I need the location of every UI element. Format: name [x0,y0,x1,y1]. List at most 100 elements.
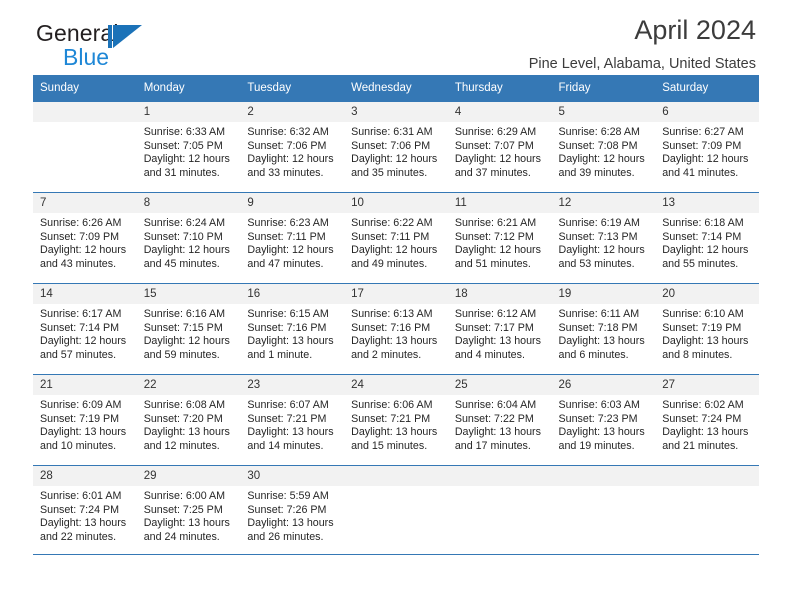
daylight-duration-line1: Daylight: 13 hours [143,426,230,439]
day-cell-inner: 23 Sunrise: 6:07 AM Sunset: 7:21 PM Dayligh… [240,375,345,465]
calendar-day-cell[interactable]: 6 Sunrise: 6:27 AM Sunset: 7:09 PM Daylight… [655,101,759,193]
calendar-day-cell[interactable]: 30 Sunrise: 5:59 AM Sunset: 7:26 PM Dayligh… [240,465,345,555]
day-sun-info: Sunrise: 6:00 AM Sunset: 7:25 PM Daylight:… [137,486,241,544]
calendar-day-cell[interactable]: 9 Sunrise: 6:23 AM Sunset: 7:11 PM Daylight… [240,192,345,284]
sunset-time: Sunset: 7:09 PM [40,230,120,243]
day-number: 16 [240,284,345,304]
day-number: 22 [136,375,241,395]
calendar-day-cell[interactable]: 24 Sunrise: 6:06 AM Sunset: 7:21 PM Dayligh… [344,374,448,466]
calendar-day-cell[interactable]: 16 Sunrise: 6:15 AM Sunset: 7:16 PM Dayligh… [240,283,345,375]
calendar-day-cell[interactable]: 18 Sunrise: 6:12 AM Sunset: 7:17 PM Dayligh… [447,283,552,375]
calendar-day-cell[interactable]: 5 Sunrise: 6:28 AM Sunset: 7:08 PM Daylight… [551,101,656,193]
sunrise-time: Sunrise: 6:13 AM [351,308,433,320]
calendar-page: General Blue April 2024 Pine Level, Alab… [0,0,792,612]
sunrise-time: Sunrise: 6:15 AM [247,308,329,320]
calendar-day-cell[interactable]: 23 Sunrise: 6:07 AM Sunset: 7:21 PM Dayligh… [240,374,345,466]
day-number: 24 [344,375,448,395]
day-number: 18 [447,284,552,304]
sunset-time: Sunset: 7:14 PM [662,230,742,243]
weekday-header-sunday: Sunday [33,75,137,102]
calendar-day-cell[interactable]: 21 Sunrise: 6:09 AM Sunset: 7:19 PM Dayligh… [33,374,137,466]
daylight-duration-line1: Daylight: 13 hours [40,426,127,439]
sunrise-time: Sunrise: 6:16 AM [143,308,226,320]
sunset-time: Sunset: 7:07 PM [454,139,534,152]
logo-word-general: General [36,20,119,46]
sunrise-time: Sunrise: 6:09 AM [40,399,122,411]
calendar-day-cell[interactable]: 10 Sunrise: 6:22 AM Sunset: 7:11 PM Dayligh… [344,192,448,284]
calendar-day-cell[interactable]: 3 Sunrise: 6:31 AM Sunset: 7:06 PM Daylight… [344,101,448,193]
day-cell-inner: 9 Sunrise: 6:23 AM Sunset: 7:11 PM Daylight… [240,193,345,283]
daylight-duration-line1: Daylight: 12 hours [143,153,230,166]
calendar-day-cell[interactable]: 22 Sunrise: 6:08 AM Sunset: 7:20 PM Dayligh… [136,374,241,466]
calendar-day-cell[interactable]: 15 Sunrise: 6:16 AM Sunset: 7:15 PM Dayligh… [136,283,241,375]
day-sun-info: Sunrise: 6:10 AM Sunset: 7:19 PM Daylight:… [655,304,759,362]
calendar-day-cell[interactable]: 28 Sunrise: 6:01 AM Sunset: 7:24 PM Dayligh… [33,465,137,555]
sunrise-time: Sunrise: 6:01 AM [40,490,122,502]
sunrise-time: Sunrise: 6:18 AM [662,217,744,229]
day-sun-info: Sunrise: 6:09 AM Sunset: 7:19 PM Daylight:… [33,395,137,453]
daylight-duration-line2: and 2 minutes. [351,348,422,361]
day-number: 12 [551,193,656,213]
calendar-day-cell[interactable]: 25 Sunrise: 6:04 AM Sunset: 7:22 PM Dayligh… [447,374,552,466]
calendar-day-cell[interactable]: 1 Sunrise: 6:33 AM Sunset: 7:05 PM Daylight… [136,101,241,193]
calendar-day-cell[interactable]: 8 Sunrise: 6:24 AM Sunset: 7:10 PM Daylight… [136,192,241,284]
calendar-day-cell[interactable]: 11 Sunrise: 6:21 AM Sunset: 7:12 PM Dayligh… [447,192,552,284]
daylight-duration-line2: and 35 minutes. [351,166,428,179]
sunset-time: Sunset: 7:11 PM [351,230,430,243]
daylight-duration-line1: Daylight: 13 hours [454,335,541,348]
calendar-week-row: 28 Sunrise: 6:01 AM Sunset: 7:24 PM Dayligh… [33,465,759,555]
sunset-time: Sunset: 7:12 PM [454,230,534,243]
daylight-duration-line1: Daylight: 12 hours [247,244,334,257]
calendar-day-cell[interactable]: 4 Sunrise: 6:29 AM Sunset: 7:07 PM Daylight… [447,101,552,193]
day-number: 6 [655,102,759,122]
daylight-duration-line2: and 17 minutes. [454,439,531,452]
daylight-duration-line2: and 39 minutes. [558,166,635,179]
sunset-time: Sunset: 7:13 PM [558,230,638,243]
day-cell-inner [447,466,552,554]
generalblue-logo[interactable]: General Blue [36,20,142,69]
daylight-duration-line2: and 37 minutes. [454,166,531,179]
day-sun-info: Sunrise: 6:07 AM Sunset: 7:21 PM Daylight:… [240,395,344,453]
sunset-time: Sunset: 7:19 PM [40,412,120,425]
day-number [344,466,448,486]
day-number: 7 [33,193,137,213]
daylight-duration-line2: and 55 minutes. [662,257,739,270]
day-number: 26 [551,375,656,395]
page-header: General Blue April 2024 Pine Level, Alab… [33,0,759,75]
daylight-duration-line1: Daylight: 12 hours [40,335,127,348]
weekday-header-row: Sunday Monday Tuesday Wednesday Thursday… [33,75,759,102]
logo-top-row: General [36,20,142,48]
day-cell-inner: 4 Sunrise: 6:29 AM Sunset: 7:07 PM Daylight… [447,102,552,192]
calendar-day-cell[interactable]: 17 Sunrise: 6:13 AM Sunset: 7:16 PM Dayligh… [344,283,448,375]
weekday-header-thursday: Thursday [447,75,552,102]
day-cell-inner: 16 Sunrise: 6:15 AM Sunset: 7:16 PM Dayligh… [240,284,345,374]
daylight-duration-line2: and 57 minutes. [40,348,117,361]
day-sun-info: Sunrise: 6:18 AM Sunset: 7:14 PM Daylight:… [655,213,759,271]
calendar-day-cell[interactable]: 7 Sunrise: 6:26 AM Sunset: 7:09 PM Daylight… [33,192,137,284]
day-cell-inner: 20 Sunrise: 6:10 AM Sunset: 7:19 PM Dayligh… [655,284,759,374]
day-number: 1 [136,102,241,122]
day-cell-inner: 8 Sunrise: 6:24 AM Sunset: 7:10 PM Daylight… [136,193,241,283]
calendar-day-cell[interactable]: 26 Sunrise: 6:03 AM Sunset: 7:23 PM Dayligh… [551,374,656,466]
calendar-day-cell [551,465,656,555]
sunset-time: Sunset: 7:16 PM [351,321,431,334]
day-sun-info: Sunrise: 6:19 AM Sunset: 7:13 PM Daylight:… [552,213,656,271]
calendar-body: 1 Sunrise: 6:33 AM Sunset: 7:05 PM Daylight… [33,101,759,555]
calendar-day-cell[interactable]: 12 Sunrise: 6:19 AM Sunset: 7:13 PM Dayligh… [551,192,656,284]
day-cell-inner: 5 Sunrise: 6:28 AM Sunset: 7:08 PM Daylight… [551,102,656,192]
calendar-day-cell[interactable]: 20 Sunrise: 6:10 AM Sunset: 7:19 PM Dayligh… [655,283,759,375]
calendar-day-cell[interactable]: 13 Sunrise: 6:18 AM Sunset: 7:14 PM Dayligh… [655,192,759,284]
calendar-week-row: 7 Sunrise: 6:26 AM Sunset: 7:09 PM Daylight… [33,192,759,284]
calendar-day-cell[interactable]: 2 Sunrise: 6:32 AM Sunset: 7:06 PM Daylight… [240,101,345,193]
calendar-day-cell[interactable]: 27 Sunrise: 6:02 AM Sunset: 7:24 PM Dayligh… [655,374,759,466]
calendar-day-cell[interactable]: 19 Sunrise: 6:11 AM Sunset: 7:18 PM Dayligh… [551,283,656,375]
daylight-duration-line2: and 19 minutes. [558,439,635,452]
daylight-duration-line1: Daylight: 12 hours [351,244,438,257]
daylight-duration-line2: and 22 minutes. [40,530,117,543]
daylight-duration-line2: and 33 minutes. [247,166,324,179]
calendar-day-cell[interactable]: 14 Sunrise: 6:17 AM Sunset: 7:14 PM Dayligh… [33,283,137,375]
calendar-day-cell[interactable]: 29 Sunrise: 6:00 AM Sunset: 7:25 PM Dayligh… [136,465,241,555]
weekday-header-tuesday: Tuesday [240,75,345,102]
daylight-duration-line1: Daylight: 12 hours [40,244,127,257]
day-sun-info: Sunrise: 6:11 AM Sunset: 7:18 PM Daylight:… [552,304,656,362]
